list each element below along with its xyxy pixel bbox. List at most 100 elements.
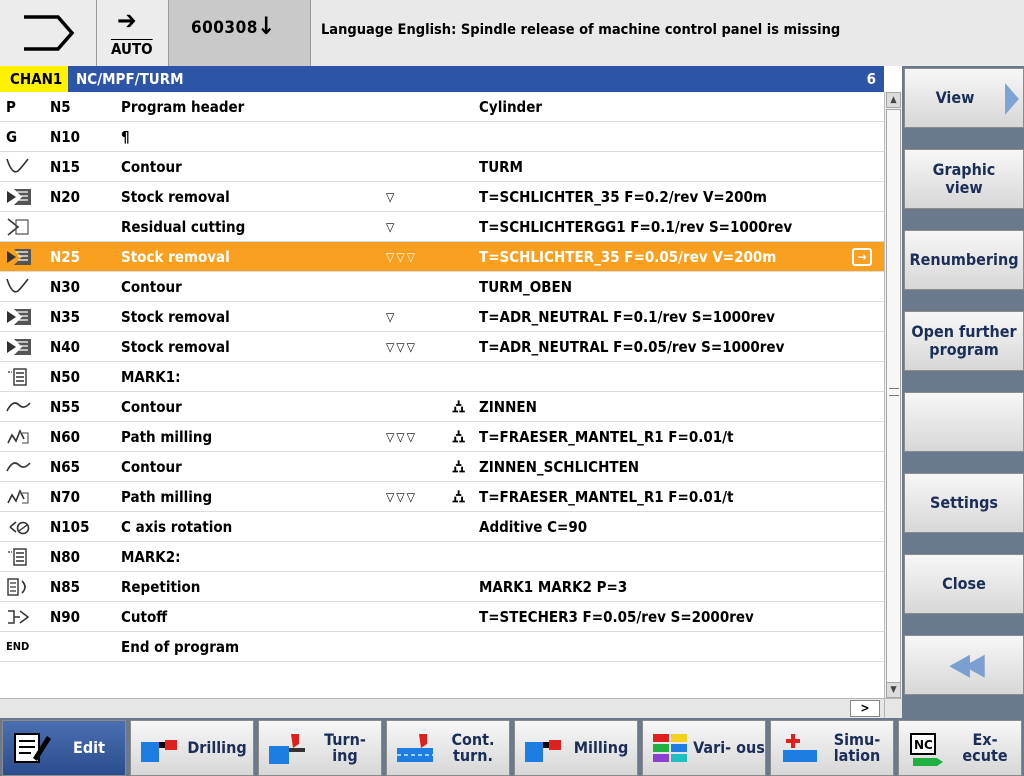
block-number: N65 [50, 458, 81, 476]
block-parameters: Additive C=90 [479, 518, 588, 536]
simulation-button[interactable]: Simu- lation [770, 720, 894, 776]
block-name: Residual cutting [121, 218, 246, 236]
block-name: Stock removal [121, 248, 230, 266]
block-name: Stock removal [121, 308, 230, 326]
contour-turning-button[interactable]: Cont. turn. [386, 720, 510, 776]
residual-cutting-icon [4, 212, 44, 242]
program-header-icon: P [4, 92, 44, 122]
block-parameters: Cylinder [479, 98, 543, 116]
scroll-corner [884, 698, 902, 718]
scroll-thumb[interactable] [886, 109, 901, 684]
various-label: Vari- ous [693, 738, 765, 757]
status-header: ➔ AUTO 600308 ↓ Language English: Spindl… [0, 0, 1024, 66]
vertical-scrollbar[interactable]: ▲ ▼ [884, 92, 902, 698]
program-block-row[interactable]: N105 C axis rotation Additive C=90 [0, 512, 884, 542]
execute-button[interactable]: NC Ex- ecute [898, 720, 1022, 776]
edit-button[interactable]: Edit [2, 720, 126, 776]
block-parameters: ZINNEN_SCHLICHTEN [479, 458, 640, 476]
close-button[interactable]: Close [904, 554, 1024, 614]
cutoff-icon [4, 602, 44, 632]
block-name: ¶ [121, 128, 130, 146]
path-milling-icon [4, 482, 44, 512]
program-block-row[interactable]: N40 Stock removal ▽▽▽ T=ADR_NEUTRAL F=0.05/… [0, 332, 884, 362]
stock-removal-icon [4, 302, 44, 332]
drilling-icon [137, 728, 181, 768]
program-block-row[interactable]: N80 MARK2: [0, 542, 884, 572]
alarm-text: Language English: Spindle release of mac… [321, 22, 841, 38]
alarm-line[interactable]: Language English: Spindle release of mac… [311, 0, 1024, 66]
block-type-glyph: END [6, 640, 30, 653]
various-icon [649, 728, 693, 768]
renumbering-button[interactable]: Renumbering [904, 230, 1024, 290]
program-block-row[interactable]: N60 Path milling ▽▽▽ ⛼ T=FRAESER_MANTEL_R1 F… [0, 422, 884, 452]
block-name: Contour [121, 158, 182, 176]
program-block-row[interactable]: N70 Path milling ▽▽▽ ⛼ T=FRAESER_MANTEL_R1 F… [0, 482, 884, 512]
settings-button[interactable]: Settings [904, 473, 1024, 533]
block-number: N35 [50, 308, 81, 326]
milling-button[interactable]: Milling [514, 720, 638, 776]
block-number: N90 [50, 608, 81, 626]
turning-button[interactable]: Turn- ing [258, 720, 382, 776]
back-button[interactable]: ◀◀ [904, 635, 1024, 695]
block-number: N10 [50, 128, 81, 146]
graphic-view-button[interactable]: Graphic view [904, 149, 1024, 209]
nc-execute-icon: NC [905, 728, 949, 768]
block-name: C axis rotation [121, 518, 233, 536]
empty-softkey-5[interactable] [904, 392, 1024, 452]
channel-label: CHAN1 [0, 66, 68, 92]
execute-label: Ex- ecute [962, 730, 1008, 765]
various-button[interactable]: Vari- ous [642, 720, 766, 776]
machining-type-indicator: ▽▽▽ [386, 430, 417, 444]
program-block-row[interactable]: N20 Stock removal ▽ T=SCHLICHTER_35 F=0.2/r… [0, 182, 884, 212]
svg-text:NC: NC [914, 738, 933, 752]
block-parameters: T=FRAESER_MANTEL_R1 F=0.01/t [479, 428, 734, 446]
continuation-arrow-icon[interactable]: → [852, 248, 872, 266]
operating-mode-area [0, 0, 97, 66]
channel-number: 6 [866, 70, 876, 88]
end-icon: END [4, 632, 44, 662]
block-number: N30 [50, 278, 81, 296]
program-block-row[interactable]: Residual cutting ▽ T=SCHLICHTERGG1 F=0.1/r… [0, 212, 884, 242]
contour-turning-label: Cont. turn. [451, 730, 495, 765]
scroll-up-icon[interactable]: ▲ [886, 92, 901, 108]
machining-type-indicator: ▽▽▽ [386, 340, 417, 354]
block-name: Stock removal [121, 338, 230, 356]
program-block-row[interactable]: N30 Contour TURM_OBEN [0, 272, 884, 302]
program-block-row[interactable]: N35 Stock removal ▽ T=ADR_NEUTRAL F=0.1/rev… [0, 302, 884, 332]
scroll-right-button[interactable]: > [850, 700, 880, 717]
program-number: 600308 [191, 18, 258, 38]
machining-type-indicator: ▽ [386, 190, 397, 204]
block-type-glyph: P [6, 98, 16, 116]
view-button[interactable]: View [904, 68, 1024, 128]
block-name: Path milling [121, 428, 213, 446]
stock-removal-icon [4, 242, 44, 272]
edit-icon [9, 728, 53, 768]
block-parameters: ZINNEN [479, 398, 537, 416]
program-block-row[interactable]: G N10 ¶ [0, 122, 884, 152]
program-block-row[interactable]: N15 Contour TURM [0, 152, 884, 182]
block-parameters: T=STECHER3 F=0.05/rev S=2000rev [479, 608, 754, 626]
clamp-icon: ⛼ [452, 457, 466, 477]
scroll-down-icon[interactable]: ▼ [886, 682, 901, 698]
block-parameters: T=ADR_NEUTRAL F=0.1/rev S=1000rev [479, 308, 775, 326]
block-number: N5 [50, 98, 71, 116]
program-block-row[interactable]: N25 Stock removal ▽▽▽ T=SCHLICHTER_35 F=0.0… [0, 242, 884, 272]
block-number: N60 [50, 428, 81, 446]
auto-label: AUTO [111, 40, 153, 58]
program-block-row[interactable]: P N5 Program header Cylinder [0, 92, 884, 122]
machining-type-indicator: ▽▽▽ [386, 250, 417, 264]
back-double-arrow-icon: ◀◀ [949, 647, 984, 682]
block-number: N70 [50, 488, 81, 506]
program-block-row[interactable]: N65 Contour ⛼ ZINNEN_SCHLICHTEN [0, 452, 884, 482]
open-further-program-button[interactable]: Open further program [904, 311, 1024, 371]
block-name: MARK2: [121, 548, 181, 566]
drilling-button[interactable]: Drilling [130, 720, 254, 776]
program-block-row[interactable]: END End of program [0, 632, 884, 662]
program-block-row[interactable]: N90 Cutoff T=STECHER3 F=0.05/rev S=2000rev [0, 602, 884, 632]
program-block-row[interactable]: N50 MARK1: [0, 362, 884, 392]
program-block-row[interactable]: N85 Repetition MARK1 MARK2 P=3 [0, 572, 884, 602]
program-path: NC/MPF/TURM [76, 70, 184, 88]
milling-contour-icon [4, 392, 44, 422]
program-block-row[interactable]: N55 Contour ⛼ ZINNEN [0, 392, 884, 422]
program-arrow-icon: ↓ [257, 12, 276, 40]
